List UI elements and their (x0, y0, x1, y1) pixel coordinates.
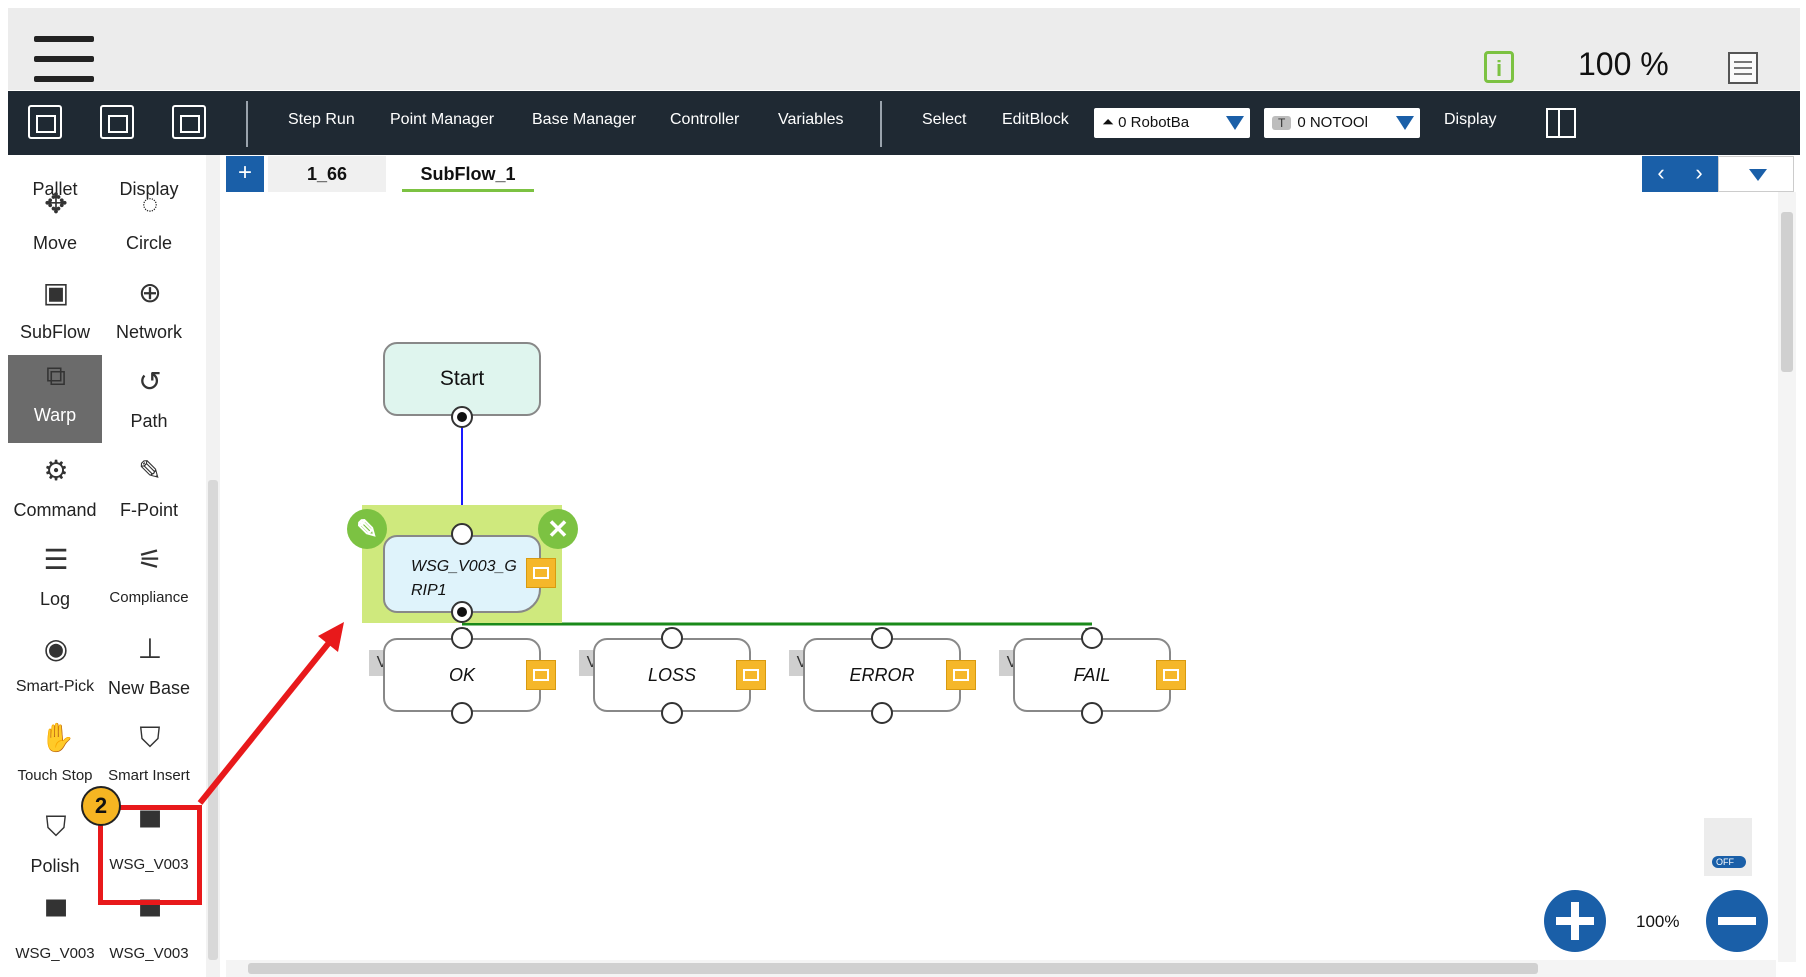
annotation-arrow (197, 632, 339, 805)
node-input-port[interactable] (871, 627, 893, 649)
node-config-icon[interactable] (526, 660, 556, 690)
node-label-line1: WSG_V003_G (411, 558, 517, 575)
output-loss-node[interactable]: LOSS (593, 638, 751, 712)
zoom-out-button[interactable] (1706, 890, 1768, 952)
output-fail-node[interactable]: FAIL (1013, 638, 1171, 712)
node-output-port[interactable] (451, 702, 473, 724)
node-config-icon[interactable] (736, 660, 766, 690)
output-error-node[interactable]: ERROR (803, 638, 961, 712)
wsg-input-port[interactable] (451, 523, 473, 545)
toggle-state: OFF (1712, 856, 1746, 868)
node-input-port[interactable] (661, 627, 683, 649)
node-config-icon[interactable] (1156, 660, 1186, 690)
delete-node-icon[interactable]: ✕ (538, 509, 578, 549)
node-label-line2: RIP1 (411, 582, 447, 599)
node-config-icon[interactable] (526, 558, 556, 588)
node-output-port[interactable] (1081, 702, 1103, 724)
step-badge: 2 (81, 786, 121, 826)
node-config-icon[interactable] (946, 660, 976, 690)
start-output-port[interactable] (451, 406, 473, 428)
wsg-output-port[interactable] (451, 601, 473, 623)
node-output-port[interactable] (661, 702, 683, 724)
node-output-port[interactable] (871, 702, 893, 724)
output-ok-node[interactable]: OK (383, 638, 541, 712)
edit-node-icon[interactable]: ✎ (347, 509, 387, 549)
zoom-level: 100% (1636, 912, 1680, 931)
node-input-port[interactable] (451, 627, 473, 649)
node-input-port[interactable] (1081, 627, 1103, 649)
start-node[interactable]: Start (383, 342, 541, 416)
flow-connectors (197, 416, 1097, 805)
snap-toggle[interactable]: OFF (1704, 818, 1752, 876)
zoom-in-button[interactable] (1544, 890, 1606, 952)
